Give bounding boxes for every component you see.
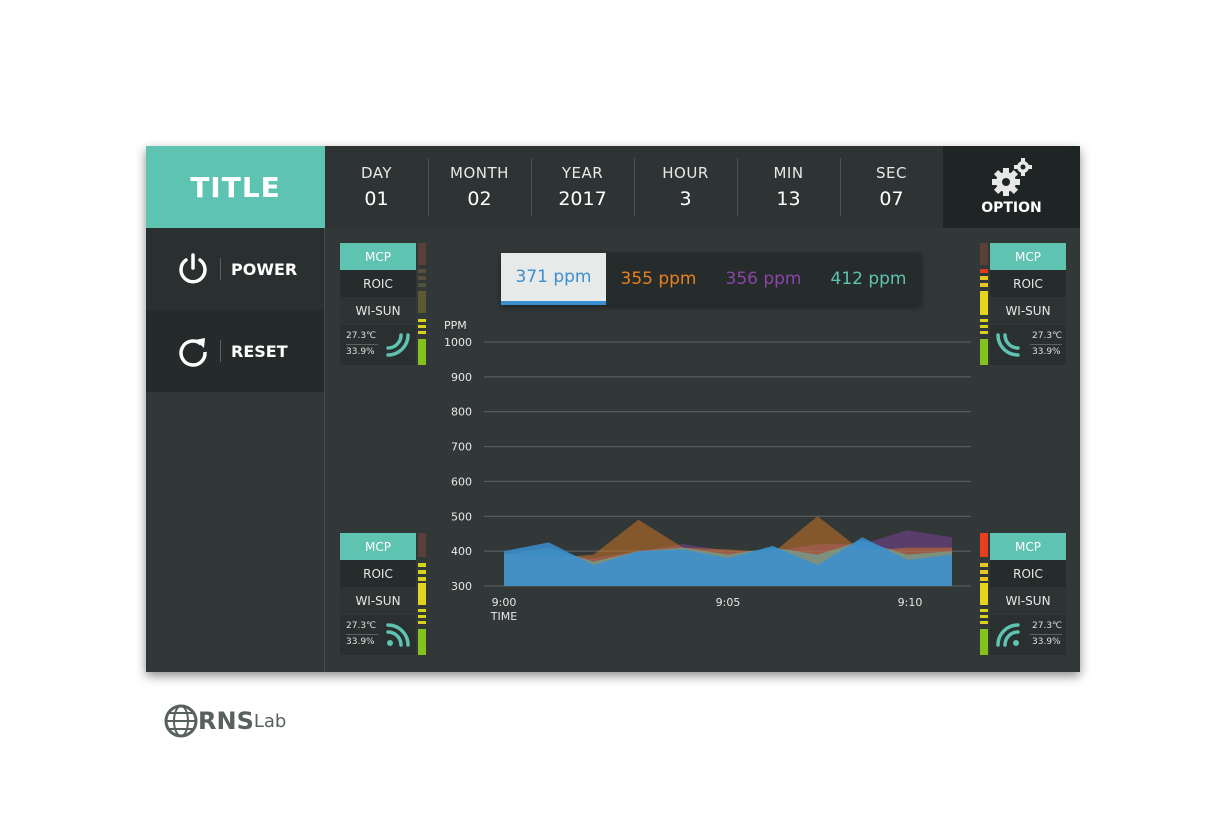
- sensor-bottom-left[interactable]: MCP ROIC WI-SUN 27.3℃ 33.9%: [340, 533, 430, 657]
- sensor-info: 27.3℃ 33.9%: [340, 325, 416, 365]
- x-tick-label: 9:10: [898, 596, 923, 609]
- separator: [220, 258, 221, 280]
- power-icon: [179, 253, 207, 284]
- divider: [346, 344, 378, 345]
- reset-label: RESET: [231, 341, 288, 361]
- signal-icon: [386, 333, 410, 357]
- y-tick-label: 600: [451, 475, 472, 488]
- date-day-label: DAY: [360, 164, 393, 182]
- date-hour-label: HOUR: [662, 164, 709, 182]
- divider: [1030, 634, 1062, 635]
- temperature: 27.3℃: [346, 331, 377, 341]
- x-axis-label: TIME: [490, 610, 517, 623]
- date-year[interactable]: YEAR 2017: [531, 146, 634, 228]
- date-month-label: MONTH: [450, 164, 509, 182]
- mcp-label: MCP: [340, 533, 416, 560]
- date-min-value: 13: [776, 188, 801, 210]
- mcp-label: MCP: [990, 533, 1066, 560]
- date-day-value: 01: [364, 188, 389, 210]
- ppm-chart: 300 400 500 600 700 800 900 1000 PPM 9:00 9:05 9:10…: [444, 319, 971, 623]
- date-bar: DAY 01 MONTH 02 YEAR 2017 HOUR 3 MIN 13 …: [325, 146, 943, 228]
- reset-button[interactable]: RESET: [146, 310, 324, 392]
- gears-icon: [991, 158, 1032, 196]
- date-hour-value: 3: [679, 188, 692, 210]
- power-label: POWER: [231, 259, 298, 279]
- y-tick-label: 500: [451, 510, 472, 523]
- level-bar: [980, 243, 988, 365]
- signal-icon: [386, 623, 410, 647]
- date-month[interactable]: MONTH 02: [428, 146, 531, 228]
- logo-sub: Lab: [253, 710, 287, 732]
- separator: [220, 340, 221, 362]
- sensor-info: 27.3℃ 33.9%: [340, 615, 416, 655]
- reset-icon: [179, 338, 207, 367]
- roic-label: ROIC: [340, 560, 416, 587]
- sensor-bottom-right[interactable]: MCP ROIC WI-SUN 27.3℃ 33.9%: [976, 533, 1066, 657]
- temperature: 27.3℃: [1032, 331, 1063, 341]
- sidebar: POWER RESET RNS Lab: [146, 228, 325, 738]
- humidity: 33.9%: [346, 637, 375, 647]
- option-label: OPTION: [981, 200, 1042, 216]
- mcp-label: MCP: [990, 243, 1066, 270]
- signal-icon: [996, 333, 1020, 357]
- y-tick-label: 300: [451, 580, 472, 593]
- humidity: 33.9%: [346, 347, 375, 357]
- date-min[interactable]: MIN 13: [737, 146, 840, 228]
- page-title: TITLE: [146, 146, 325, 228]
- divider: [346, 634, 378, 635]
- roic-label: ROIC: [990, 560, 1066, 587]
- date-sec-label: SEC: [876, 164, 907, 182]
- ppm-tab-2[interactable]: 355 ppm: [606, 253, 711, 305]
- date-year-value: 2017: [558, 188, 607, 210]
- date-sec[interactable]: SEC 07: [840, 146, 943, 228]
- y-tick-label: 700: [451, 441, 472, 454]
- y-tick-label: 900: [451, 371, 472, 384]
- humidity: 33.9%: [1032, 347, 1061, 357]
- date-month-value: 02: [467, 188, 492, 210]
- date-day[interactable]: DAY 01: [325, 146, 428, 228]
- date-sec-value: 07: [879, 188, 904, 210]
- level-bar: [980, 533, 988, 655]
- humidity: 33.9%: [1032, 637, 1061, 647]
- divider: [1030, 344, 1062, 345]
- temperature: 27.3℃: [346, 621, 377, 631]
- date-min-label: MIN: [773, 164, 804, 182]
- sensor-info: 27.3℃ 33.9%: [990, 325, 1066, 365]
- sensor-top-left[interactable]: MCP ROIC WI-SUN 27.3℃ 33.9%: [340, 243, 430, 367]
- ppm-tab-1[interactable]: 371 ppm: [501, 253, 606, 305]
- dashboard-panel: TITLE DAY 01 MONTH 02 YEAR 2017 HOUR 3 M…: [146, 146, 1080, 738]
- ppm-tab-3[interactable]: 356 ppm: [711, 253, 816, 305]
- y-axis-label: PPM: [444, 319, 467, 332]
- level-bar: [418, 533, 426, 655]
- ppm-tabs: 371 ppm 355 ppm 356 ppm 412 ppm: [501, 253, 921, 305]
- mcp-label: MCP: [340, 243, 416, 270]
- wisun-label: WI-SUN: [340, 587, 416, 614]
- roic-label: ROIC: [990, 270, 1066, 297]
- temperature: 27.3℃: [1032, 621, 1063, 631]
- x-tick-label: 9:00: [492, 596, 517, 609]
- option-button[interactable]: OPTION: [943, 146, 1080, 228]
- rnslab-logo: RNS Lab: [164, 704, 286, 738]
- signal-icon: [996, 623, 1020, 647]
- globe-icon: [164, 704, 198, 738]
- wisun-label: WI-SUN: [990, 587, 1066, 614]
- y-tick-label: 400: [451, 545, 472, 558]
- wisun-label: WI-SUN: [340, 297, 416, 324]
- logo-main: RNS: [198, 707, 254, 735]
- y-tick-label: 800: [451, 406, 472, 419]
- date-year-label: YEAR: [561, 164, 604, 182]
- ppm-tab-4[interactable]: 412 ppm: [816, 253, 921, 305]
- x-tick-label: 9:05: [716, 596, 741, 609]
- sensor-info: 27.3℃ 33.9%: [990, 615, 1066, 655]
- power-button[interactable]: POWER: [146, 228, 324, 310]
- wisun-label: WI-SUN: [990, 297, 1066, 324]
- sensor-top-right[interactable]: MCP ROIC WI-SUN 27.3℃ 33.9%: [976, 243, 1066, 367]
- level-bar: [418, 243, 426, 365]
- date-hour[interactable]: HOUR 3: [634, 146, 737, 228]
- y-tick-label: 1000: [444, 336, 472, 349]
- roic-label: ROIC: [340, 270, 416, 297]
